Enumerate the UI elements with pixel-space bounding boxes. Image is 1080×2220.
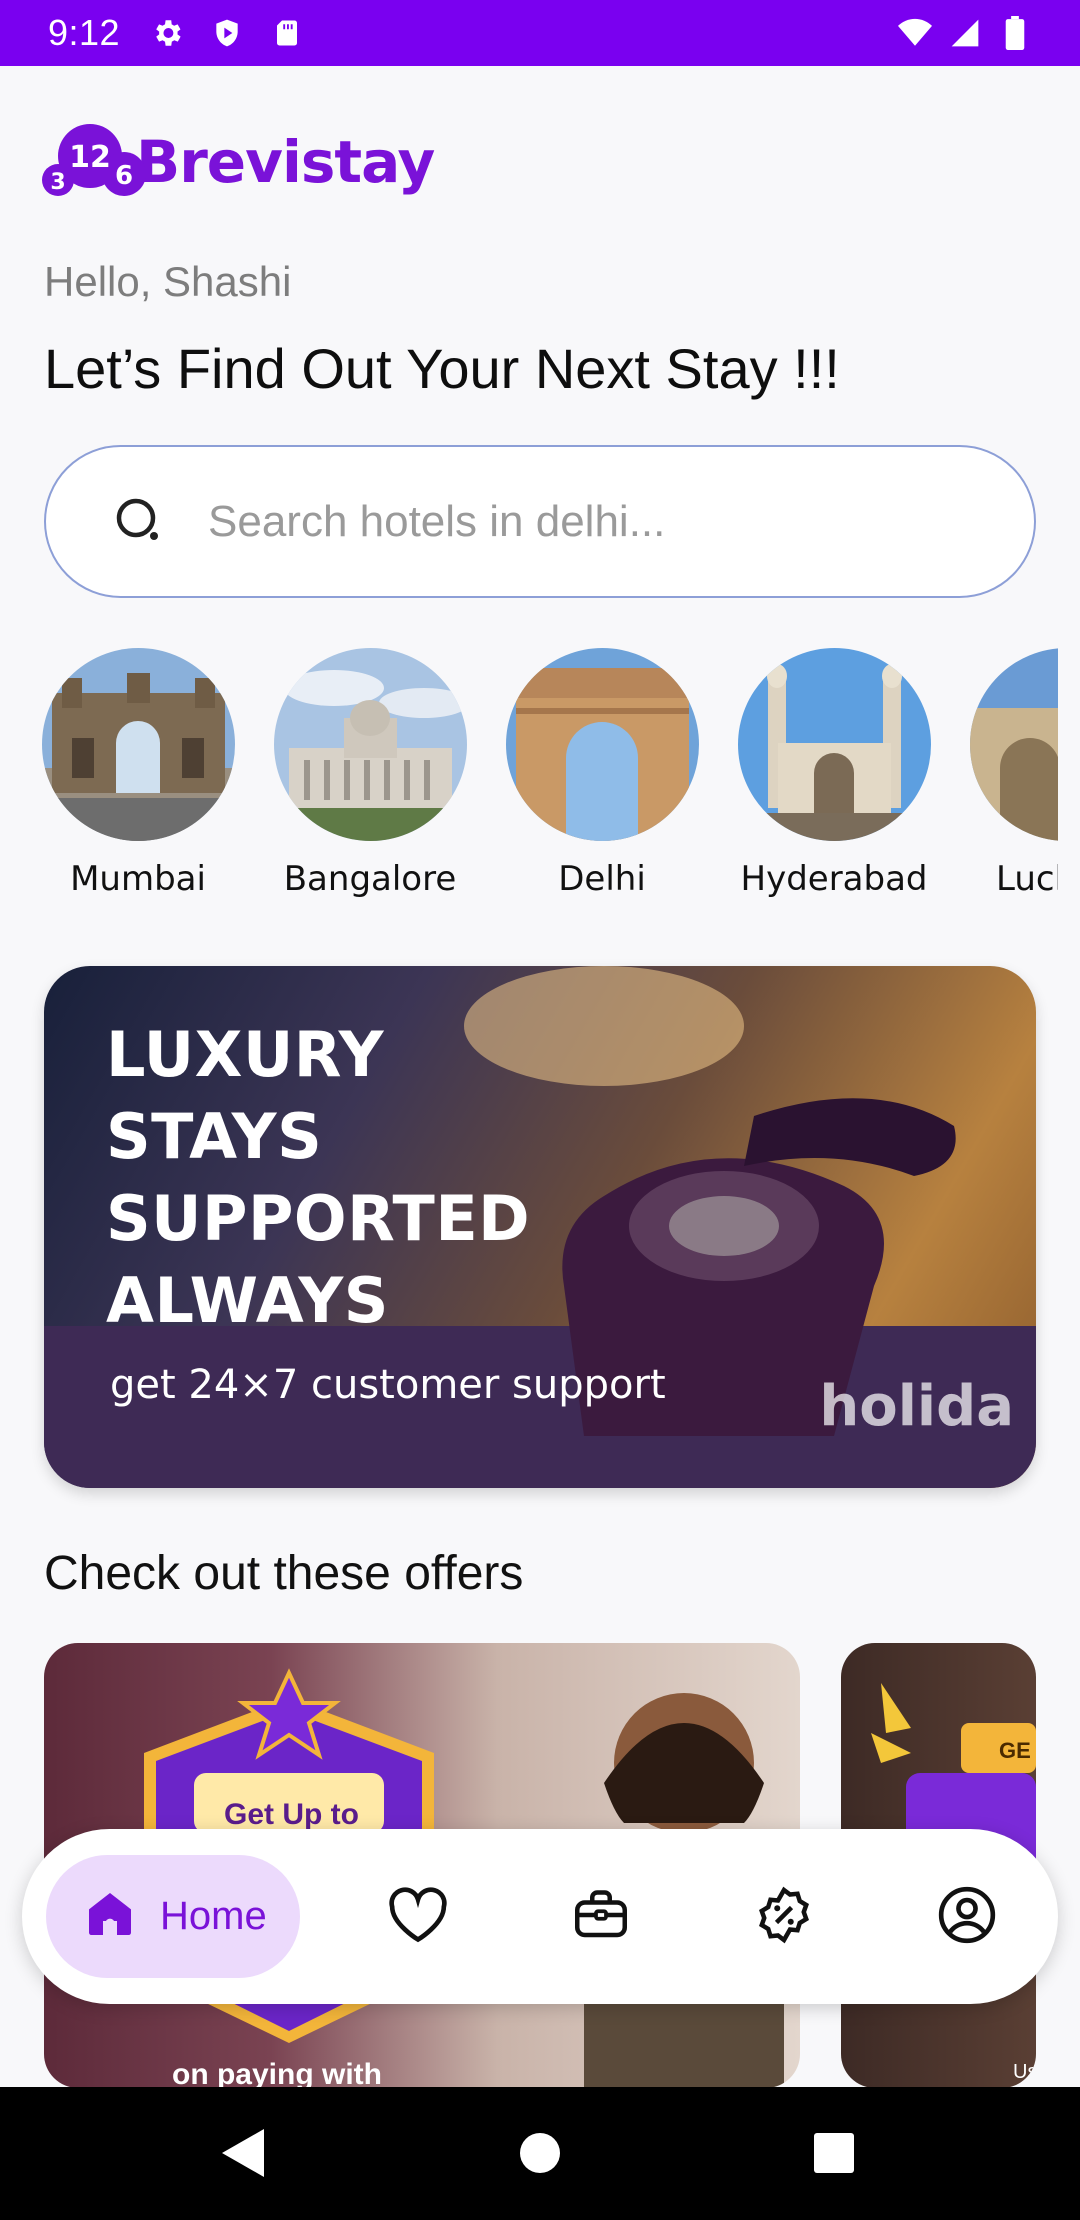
nav-home[interactable]: Home [46,1855,300,1978]
search-icon [112,494,168,550]
city-image-lucknow [969,648,1058,841]
search-bar[interactable] [44,445,1036,598]
wifi-icon [898,16,932,50]
shield-play-icon [210,16,244,50]
search-input[interactable] [208,496,968,547]
city-image-bangalore [273,648,467,841]
city-item-hyderabad[interactable]: Hyderabad [718,648,950,899]
page-headline: Let’s Find Out Your Next Stay !!! [44,337,840,400]
nav-home-label: Home [160,1894,267,1938]
city-image-mumbai [41,648,235,841]
discount-badge-icon [754,1885,814,1950]
svg-text:12: 12 [69,140,111,175]
greeting-text: Hello, Shashi [44,258,292,305]
city-carousel[interactable]: Mumbai Bangalore Delhi Hyderabad Luc [0,648,1058,908]
profile-icon [936,1884,998,1951]
nav-bookings[interactable] [555,1871,647,1963]
signal-icon [948,16,982,50]
recents-icon[interactable] [796,2115,872,2191]
status-bar: 9:12 [0,0,1080,66]
city-item-lucknow[interactable]: Luck [950,648,1058,899]
back-icon[interactable] [205,2115,281,2191]
system-navigation-bar [0,2087,1080,2220]
city-image-hyderabad [737,648,931,841]
gear-icon [150,16,184,50]
offer-subtitle: on paying with [172,2058,382,2088]
promo-banner[interactable]: LUXURY STAYS SUPPORTED ALWAYS get 24×7 c… [44,966,1036,1488]
battery-icon [998,16,1032,50]
offers-section-title: Check out these offers [44,1547,524,1600]
status-time: 9:12 [48,12,121,53]
city-label: Hyderabad [740,859,928,899]
home-icon [82,1886,138,1947]
banner-brand-logo: holida [819,1374,1014,1439]
heart-icon [387,1886,449,1949]
city-item-mumbai[interactable]: Mumbai [22,648,254,899]
offer-badge-text: GE [999,1738,1031,1763]
offer-fine-print: Us [1013,2061,1036,2083]
city-image-delhi [505,648,699,841]
banner-subtitle: get 24×7 customer support [110,1362,666,1408]
city-item-delhi[interactable]: Delhi [486,648,718,899]
brand-name: Brevistay [136,128,435,196]
city-item-bangalore[interactable]: Bangalore [254,648,486,899]
briefcase-icon [571,1885,631,1950]
nav-profile[interactable] [921,1871,1013,1963]
city-label: Bangalore [283,859,457,899]
app-logo: 12 3 6 Brevistay [42,118,435,206]
offer-badge-text: Get Up to [224,1798,359,1831]
svg-text:6: 6 [115,161,133,191]
nav-favorites[interactable] [372,1871,464,1963]
city-label: Mumbai [70,859,206,899]
nav-offers[interactable] [738,1871,830,1963]
banner-headline: LUXURY STAYS SUPPORTED ALWAYS [106,1018,531,1337]
svg-text:3: 3 [50,170,65,195]
home-circle-icon[interactable] [502,2115,578,2191]
logo-mark: 12 3 6 [42,118,152,206]
bottom-navigation: Home [22,1829,1058,2004]
sd-card-icon [270,16,304,50]
city-label: Luck [996,859,1058,899]
city-label: Delhi [558,859,646,899]
